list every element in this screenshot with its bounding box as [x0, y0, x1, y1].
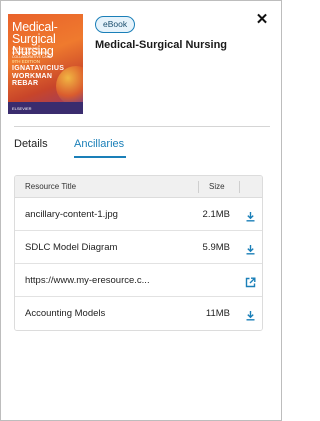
column-divider	[239, 181, 240, 193]
table-row: SDLC Model Diagram 5.9MB	[15, 231, 262, 264]
resource-title: Accounting Models	[25, 308, 106, 319]
cover-authors: IGNATAVICIUS WORKMAN REBAR	[12, 65, 65, 87]
resource-size: 11MB	[205, 308, 230, 319]
active-tab-indicator	[74, 156, 126, 158]
close-button[interactable]: ✕	[255, 11, 269, 28]
header-divider	[14, 126, 270, 127]
resource-size: 2.1MB	[202, 209, 230, 220]
tab-ancillaries[interactable]: Ancillaries	[74, 138, 124, 150]
download-icon[interactable]	[245, 242, 256, 255]
book-title: Medical-Surgical Nursing	[95, 39, 228, 51]
column-header-title: Resource Title	[25, 182, 77, 191]
table-row: ancillary-content-1.jpg 2.1MB	[15, 198, 262, 231]
close-icon: ✕	[255, 11, 269, 28]
book-cover-image: Medical- Surgical Nursing CONCEPTS FOR I…	[8, 14, 83, 114]
table-row: Accounting Models 11MB	[15, 297, 262, 330]
cover-publisher: ELSEVIER	[12, 106, 32, 111]
column-divider	[198, 181, 199, 193]
resource-title: ancillary-content-1.jpg	[25, 209, 118, 220]
book-detail-panel: Medical- Surgical Nursing CONCEPTS FOR I…	[0, 0, 282, 421]
resource-title: SDLC Model Diagram	[25, 242, 118, 253]
resource-size: 5.9MB	[202, 242, 230, 253]
table-header: Resource Title Size	[15, 176, 262, 198]
download-icon[interactable]	[245, 308, 256, 321]
cover-subtitle: CONCEPTS FOR INTERPROFESSIONAL COLLABORA…	[12, 47, 52, 59]
external-link-icon[interactable]	[245, 275, 256, 288]
table-row: https://www.my-eresource.c...	[15, 264, 262, 297]
download-icon[interactable]	[245, 209, 256, 222]
column-header-size: Size	[209, 182, 225, 191]
resource-link[interactable]: https://www.my-eresource.c...	[25, 264, 150, 297]
ancillaries-table: Resource Title Size ancillary-content-1.…	[14, 175, 263, 331]
tab-details[interactable]: Details	[14, 138, 48, 150]
cover-edition: 9TH EDITION	[12, 59, 41, 64]
ebook-badge: eBook	[95, 16, 136, 33]
